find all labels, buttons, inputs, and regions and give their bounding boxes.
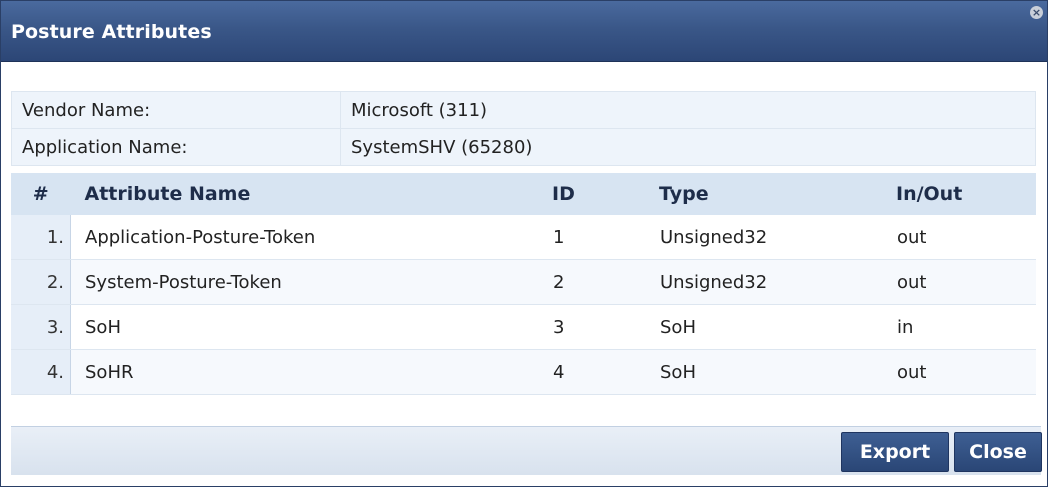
- table-row[interactable]: 3. SoH 3 SoH in: [11, 304, 1036, 350]
- header-in-out: In/Out: [896, 173, 1036, 215]
- row-number: 2.: [11, 259, 71, 305]
- in-out-cell: in: [896, 304, 1036, 350]
- attributes-table: # Attribute Name ID Type In/Out 1. Appli…: [11, 173, 1036, 395]
- attribute-name-cell: SoH: [70, 304, 552, 350]
- dialog-footer: Export Close: [11, 426, 1042, 475]
- row-number: 1.: [11, 215, 71, 260]
- application-label: Application Name:: [11, 128, 341, 166]
- id-cell: 4: [552, 349, 659, 395]
- info-table: Vendor Name: Microsoft (311) Application…: [11, 91, 1036, 166]
- dialog-title: Posture Attributes: [11, 21, 212, 43]
- id-cell: 1: [552, 215, 659, 260]
- row-number: 3.: [11, 304, 71, 350]
- type-cell: Unsigned32: [659, 215, 896, 260]
- header-id: ID: [552, 173, 659, 215]
- table-header-row: # Attribute Name ID Type In/Out: [11, 173, 1036, 215]
- application-row: Application Name: SystemSHV (65280): [11, 128, 1036, 166]
- header-type: Type: [659, 173, 896, 215]
- vendor-label: Vendor Name:: [11, 91, 341, 129]
- header-attribute-name: Attribute Name: [70, 173, 552, 215]
- close-icon[interactable]: ×: [1030, 6, 1043, 19]
- export-button[interactable]: Export: [841, 432, 949, 472]
- attribute-name-cell: Application-Posture-Token: [70, 215, 552, 260]
- dialog-titlebar: Posture Attributes ×: [1, 1, 1047, 62]
- id-cell: 2: [552, 259, 659, 305]
- application-value: SystemSHV (65280): [340, 128, 1036, 166]
- table-row[interactable]: 2. System-Posture-Token 2 Unsigned32 out: [11, 259, 1036, 305]
- in-out-cell: out: [896, 215, 1036, 260]
- type-cell: SoH: [659, 304, 896, 350]
- table-row[interactable]: 1. Application-Posture-Token 1 Unsigned3…: [11, 215, 1036, 260]
- close-button[interactable]: Close: [954, 432, 1042, 472]
- vendor-value: Microsoft (311): [340, 91, 1036, 129]
- table-row[interactable]: 4. SoHR 4 SoH out: [11, 349, 1036, 395]
- attribute-name-cell: System-Posture-Token: [70, 259, 552, 305]
- header-num: #: [11, 173, 71, 215]
- in-out-cell: out: [896, 259, 1036, 305]
- vendor-row: Vendor Name: Microsoft (311): [11, 91, 1036, 129]
- id-cell: 3: [552, 304, 659, 350]
- type-cell: Unsigned32: [659, 259, 896, 305]
- posture-attributes-dialog: Posture Attributes × Vendor Name: Micros…: [0, 0, 1048, 487]
- in-out-cell: out: [896, 349, 1036, 395]
- type-cell: SoH: [659, 349, 896, 395]
- attribute-name-cell: SoHR: [70, 349, 552, 395]
- row-number: 4.: [11, 349, 71, 395]
